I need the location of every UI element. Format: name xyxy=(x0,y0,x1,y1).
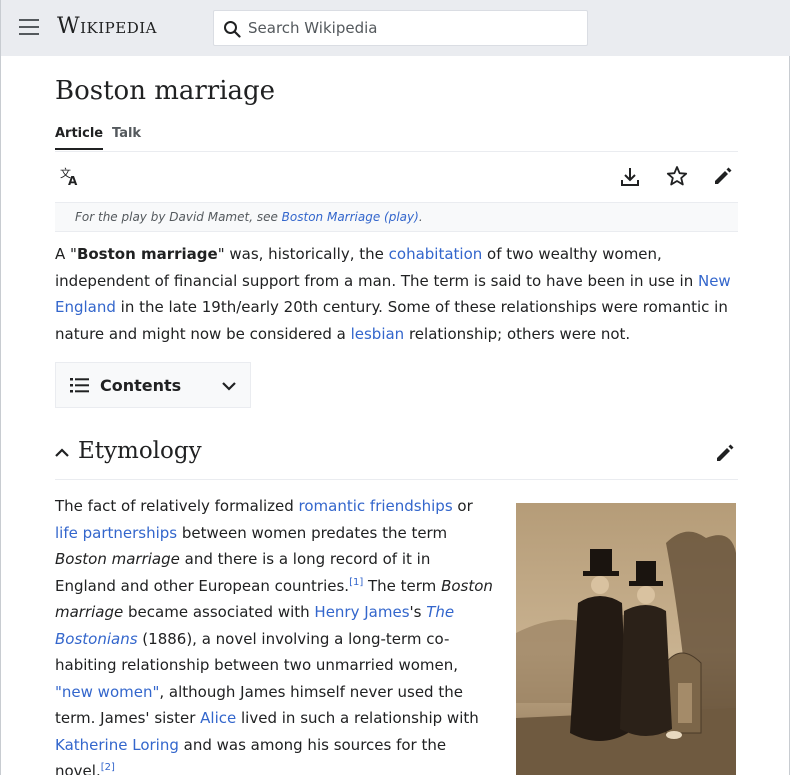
chevron-up-icon[interactable] xyxy=(55,448,69,458)
link-lesbian[interactable]: lesbian xyxy=(351,325,405,343)
intro-text: " was, historically, the xyxy=(217,245,389,263)
intro-paragraph: A "Boston marriage" was, historically, t… xyxy=(55,241,745,347)
link-romantic-friendships[interactable]: romantic friendships xyxy=(299,497,453,515)
body-text: 's xyxy=(409,603,427,621)
wikipedia-wordmark[interactable]: Wikipedia xyxy=(57,14,157,39)
link-alice[interactable]: Alice xyxy=(200,709,236,727)
page-toolbar: 文 A xyxy=(55,160,738,198)
tab-article[interactable]: Article xyxy=(55,126,104,150)
italic-term: Boston marriage xyxy=(55,550,180,568)
left-border xyxy=(0,56,1,775)
body-text: or xyxy=(452,497,473,515)
intro-bold-term: Boston marriage xyxy=(76,245,218,263)
star-icon[interactable] xyxy=(666,165,688,187)
body-text: between women predates the term xyxy=(177,523,448,542)
reference-link[interactable]: [2] xyxy=(101,762,115,773)
svg-text:A: A xyxy=(68,174,78,188)
search-input[interactable] xyxy=(248,11,578,45)
engraving-image xyxy=(516,503,736,775)
etymology-paragraph: The fact of relatively formalized romant… xyxy=(55,493,495,775)
search-box[interactable] xyxy=(213,10,588,46)
intro-text: relationship; others were not. xyxy=(404,324,631,343)
link-cohabitation[interactable]: cohabitation xyxy=(389,245,483,263)
article-image[interactable] xyxy=(516,503,736,775)
chevron-down-icon xyxy=(222,382,236,391)
body-text: The term xyxy=(363,576,442,595)
edit-icon[interactable] xyxy=(712,165,734,187)
tab-talk[interactable]: Talk xyxy=(112,126,141,141)
contents-toggle[interactable]: Contents xyxy=(55,362,251,408)
body-text: The fact of relatively formalized xyxy=(55,497,299,515)
edit-icon[interactable] xyxy=(714,442,736,464)
menu-icon[interactable] xyxy=(19,19,39,35)
body-text: lived in such a relationship with xyxy=(236,709,479,727)
list-icon xyxy=(70,378,89,393)
search-icon xyxy=(224,21,241,38)
intro-text: A " xyxy=(55,245,77,263)
page-tabs: Article Talk xyxy=(55,126,738,152)
language-icon[interactable]: 文 A xyxy=(59,166,81,188)
section-etymology-header: Etymology xyxy=(55,434,738,480)
hatnote-suffix: . xyxy=(418,210,423,224)
page-title: Boston marriage xyxy=(55,76,276,106)
hatnote-link[interactable]: Boston Marriage (play) xyxy=(282,210,419,224)
hatnote: For the play by David Mamet, see Boston … xyxy=(55,202,738,232)
link-life-partnerships[interactable]: life partnerships xyxy=(55,524,177,542)
header-bar: Wikipedia xyxy=(0,0,790,56)
link-katherine-loring[interactable]: Katherine Loring xyxy=(55,736,179,754)
reference-link[interactable]: [1] xyxy=(349,577,363,588)
body-text: became associated with xyxy=(123,603,315,621)
download-icon[interactable] xyxy=(620,166,640,188)
section-title: Etymology xyxy=(78,438,202,464)
link-henry-james[interactable]: Henry James xyxy=(314,603,409,621)
link-new-women[interactable]: "new women" xyxy=(55,683,159,701)
hatnote-text: For the play by David Mamet, see xyxy=(75,210,282,224)
contents-label: Contents xyxy=(100,376,182,395)
